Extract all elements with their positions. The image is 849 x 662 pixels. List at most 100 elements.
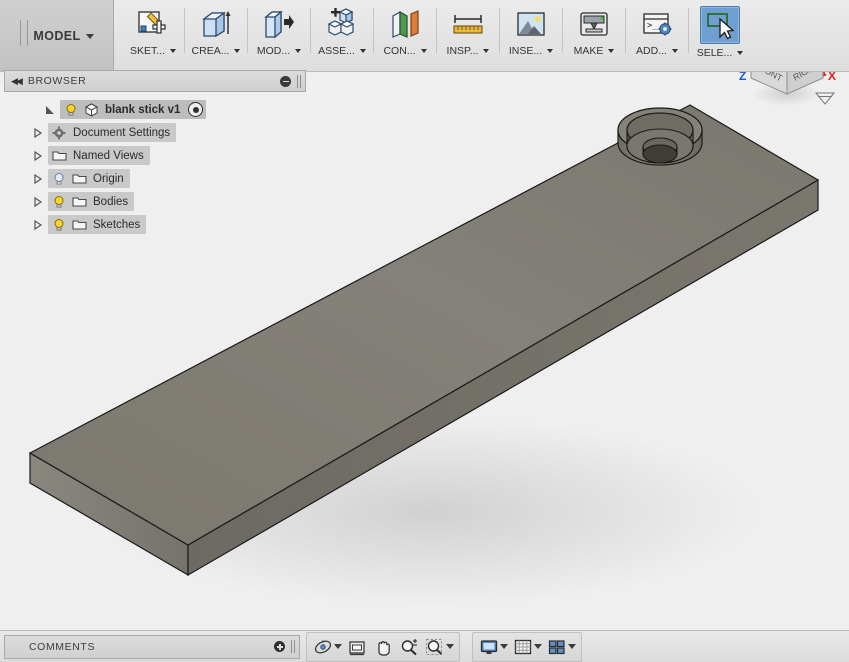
viewcube[interactable]: Y X Z TOP — [731, 72, 843, 118]
light-bulb-on-icon[interactable] — [63, 102, 79, 118]
display-settings-button[interactable] — [476, 634, 510, 660]
chevron-down-icon — [420, 49, 427, 53]
navigation-bar — [306, 631, 460, 662]
tree-item-chip[interactable]: Sketches — [48, 215, 147, 234]
chevron-down-icon[interactable] — [499, 644, 508, 649]
chevron-down-icon[interactable] — [445, 644, 454, 649]
comments-label: COMMENTS — [29, 640, 96, 653]
tree-row-bodies[interactable]: Bodies — [4, 190, 306, 213]
folder-icon — [71, 171, 87, 187]
comments-panel[interactable]: COMMENTS — [4, 634, 300, 659]
svg-text:>_: >_ — [647, 21, 658, 31]
construct-plane-icon — [386, 6, 424, 42]
chevron-down-icon — [234, 49, 241, 53]
light-bulb-on-icon[interactable] — [51, 194, 67, 210]
sketch-icon — [134, 6, 172, 42]
chevron-down-icon[interactable] — [567, 644, 576, 649]
expand-triangle-icon[interactable] — [32, 173, 48, 185]
chevron-down-icon — [737, 51, 744, 55]
tree-item-label: Sketches — [93, 218, 141, 231]
toolbar-item-make[interactable]: MAKE — [563, 0, 625, 71]
root-component-label: blank stick v1 — [105, 103, 181, 116]
folder-icon — [71, 194, 87, 210]
tree-item-label: Origin — [93, 172, 124, 185]
tree-item-chip[interactable]: Bodies — [48, 192, 135, 211]
pan-hand-button[interactable] — [370, 634, 396, 660]
toolbar-label-text: ADD... — [636, 45, 667, 57]
chevron-down-icon — [671, 49, 678, 53]
tree-row-origin[interactable]: Origin — [4, 167, 306, 190]
expand-triangle-icon[interactable] — [32, 127, 48, 139]
tree-row-named-views[interactable]: Named Views — [4, 144, 306, 167]
light-bulb-on-icon[interactable] — [51, 217, 67, 233]
toolbar-item-insert[interactable]: INSE... — [500, 0, 562, 71]
zoom-button[interactable] — [396, 634, 422, 660]
toolbar-item-assemble[interactable]: ASSE... — [311, 0, 373, 71]
double-left-arrow-icon[interactable]: ◀◀ — [11, 76, 23, 87]
orbit-button[interactable] — [310, 634, 344, 660]
component-cube-icon — [83, 102, 99, 118]
through-hole-bottom — [642, 144, 678, 164]
modify-icon — [260, 6, 298, 42]
chevron-down-icon — [85, 33, 94, 39]
comments-resize-grip[interactable] — [291, 640, 295, 653]
chevron-down-icon[interactable] — [333, 644, 342, 649]
home-cone-icon — [814, 92, 836, 105]
toolbar-label: CREA... — [192, 45, 241, 57]
expand-triangle-icon[interactable] — [32, 196, 48, 208]
minimize-icon[interactable] — [280, 75, 291, 87]
addins-script-icon: >_ — [638, 6, 676, 42]
tree-item-label: Document Settings — [73, 126, 171, 139]
toolbar-item-construct[interactable]: CON... — [374, 0, 436, 71]
toolbar-grip — [20, 20, 28, 46]
chevron-down-icon — [547, 49, 554, 53]
workspace-label-text: MODEL — [33, 28, 81, 43]
radio-selected-icon[interactable] — [188, 102, 204, 117]
main-toolbar: MODEL SKET... CREA... MOD... ASSE... CON… — [0, 0, 849, 72]
panel-resize-grip[interactable] — [297, 74, 301, 88]
toolbar-label: MAKE — [574, 45, 615, 57]
tree-item-chip[interactable]: Origin — [48, 169, 130, 188]
toolbar-label-text: CREA... — [191, 45, 230, 57]
viewports-button[interactable] — [544, 634, 578, 660]
toolbar-label-text: MOD... — [256, 45, 291, 57]
toolbar-item-select[interactable]: SELE... — [689, 0, 751, 71]
expand-triangle-icon[interactable] — [32, 219, 48, 231]
chevron-down-icon — [608, 49, 615, 53]
workspace-switcher[interactable]: MODEL — [0, 0, 114, 71]
toolbar-label-text: INSP... — [446, 45, 479, 57]
chevron-down-icon — [359, 49, 366, 53]
toolbar-item-sketch[interactable]: SKET... — [122, 0, 184, 71]
tree-row-document-settings[interactable]: Document Settings — [4, 121, 306, 144]
toolbar-label: SELE... — [697, 47, 744, 59]
tree-row-root[interactable]: blank stick v1 — [4, 98, 306, 121]
toolbar-item-addins[interactable]: >_ ADD... — [626, 0, 688, 71]
chevron-down-icon — [170, 49, 176, 53]
axis-label-x: X — [828, 72, 836, 83]
toolbar-item-create[interactable]: CREA... — [185, 0, 247, 71]
toolbar-label: ASSE... — [318, 45, 366, 57]
zoom-window-button[interactable] — [422, 634, 456, 660]
look-at-button[interactable] — [344, 634, 370, 660]
browser-title: BROWSER — [27, 75, 87, 87]
browser-header[interactable]: ◀◀ BROWSER — [4, 70, 306, 92]
root-chip[interactable]: blank stick v1 — [60, 100, 207, 119]
display-bar — [472, 631, 582, 662]
chevron-down-icon[interactable] — [533, 644, 542, 649]
chevron-down-icon — [483, 49, 490, 53]
tree-row-sketches[interactable]: Sketches — [4, 213, 306, 236]
tree-item-chip[interactable]: Document Settings — [48, 123, 177, 142]
toolbar-label-text: SELE... — [696, 47, 733, 59]
expand-triangle-icon[interactable] — [32, 150, 48, 162]
toolbar-label-text: MAKE — [573, 45, 604, 57]
expand-triangle-open-icon[interactable] — [44, 104, 60, 116]
tree-item-label: Named Views — [73, 149, 144, 162]
toolbar-item-modify[interactable]: MOD... — [248, 0, 310, 71]
grid-snap-button[interactable] — [510, 634, 544, 660]
toolbar-item-inspect[interactable]: INSP... — [437, 0, 499, 71]
plus-circle-icon[interactable] — [274, 641, 285, 652]
tree-item-chip[interactable]: Named Views — [48, 146, 150, 165]
create-extrude-icon — [197, 6, 235, 42]
insert-image-icon — [512, 6, 550, 42]
light-bulb-off-icon[interactable] — [51, 171, 67, 187]
